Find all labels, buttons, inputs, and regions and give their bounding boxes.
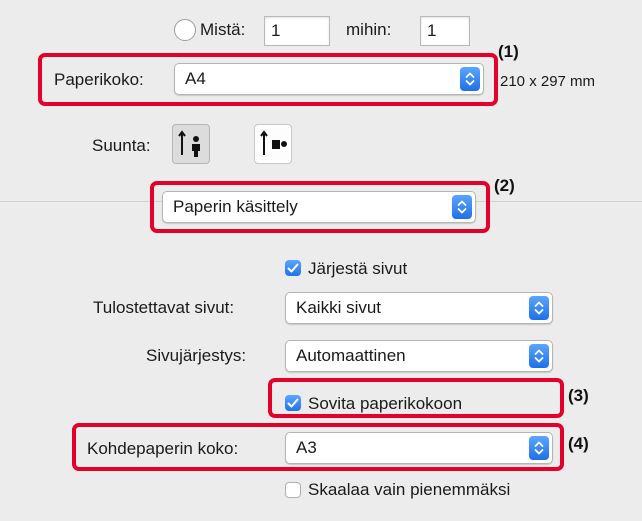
scale-to-fit-checkbox[interactable]	[285, 395, 301, 411]
checkmark-icon	[287, 263, 299, 273]
callout-4: (4)	[568, 434, 589, 453]
chevron-updown-icon	[529, 436, 549, 460]
landscape-orientation-icon	[260, 130, 287, 155]
collate-label: Järjestä sivut	[308, 259, 408, 278]
pages-to-print-value: Kaikki sivut	[296, 298, 382, 317]
from-page-input[interactable]: 1	[264, 16, 330, 46]
portrait-orientation-icon	[178, 130, 200, 157]
pages-to-print-select[interactable]: Kaikki sivut	[285, 292, 553, 324]
chevron-updown-icon	[452, 195, 472, 219]
dest-paper-size-label: Kohdepaperin koko:	[87, 439, 239, 458]
section-value: Paperin käsittely	[173, 197, 298, 216]
callout-2: (2)	[494, 176, 515, 195]
collate-checkbox[interactable]	[285, 260, 301, 276]
page-order-value: Automaattinen	[296, 346, 406, 365]
page-order-select[interactable]: Automaattinen	[285, 340, 553, 372]
section-select[interactable]: Paperin käsittely	[162, 191, 476, 223]
pages-to-print-label: Tulostettavat sivut:	[93, 298, 235, 317]
chevron-updown-icon	[529, 296, 549, 320]
chevron-updown-icon	[529, 344, 549, 368]
from-label: Mistä:	[200, 20, 246, 39]
checkmark-icon	[287, 398, 299, 408]
scale-down-only-checkbox[interactable]	[285, 482, 301, 498]
scale-down-only-label: Skaalaa vain pienemmäksi	[308, 480, 511, 499]
scale-to-fit-label: Sovita paperikokoon	[308, 394, 463, 413]
page-order-label: Sivujärjestys:	[146, 346, 247, 365]
dest-paper-size-value: A3	[296, 438, 317, 457]
paper-size-value: A4	[185, 69, 206, 88]
dest-paper-size-select[interactable]: A3	[285, 432, 553, 464]
paper-dimensions: 210 x 297 mm	[500, 73, 596, 90]
orientation-label: Suunta:	[92, 136, 151, 155]
to-label: mihin:	[346, 20, 392, 39]
landscape-orientation-button[interactable]	[254, 124, 292, 164]
from-radio[interactable]	[174, 19, 196, 41]
portrait-orientation-button[interactable]	[172, 124, 210, 164]
callout-3: (3)	[568, 386, 589, 405]
chevron-updown-icon	[460, 67, 480, 91]
paper-size-select[interactable]: A4	[174, 63, 484, 95]
callout-1: (1)	[498, 42, 519, 61]
to-page-input[interactable]: 1	[420, 16, 470, 46]
paper-size-label: Paperikoko:	[54, 70, 144, 89]
